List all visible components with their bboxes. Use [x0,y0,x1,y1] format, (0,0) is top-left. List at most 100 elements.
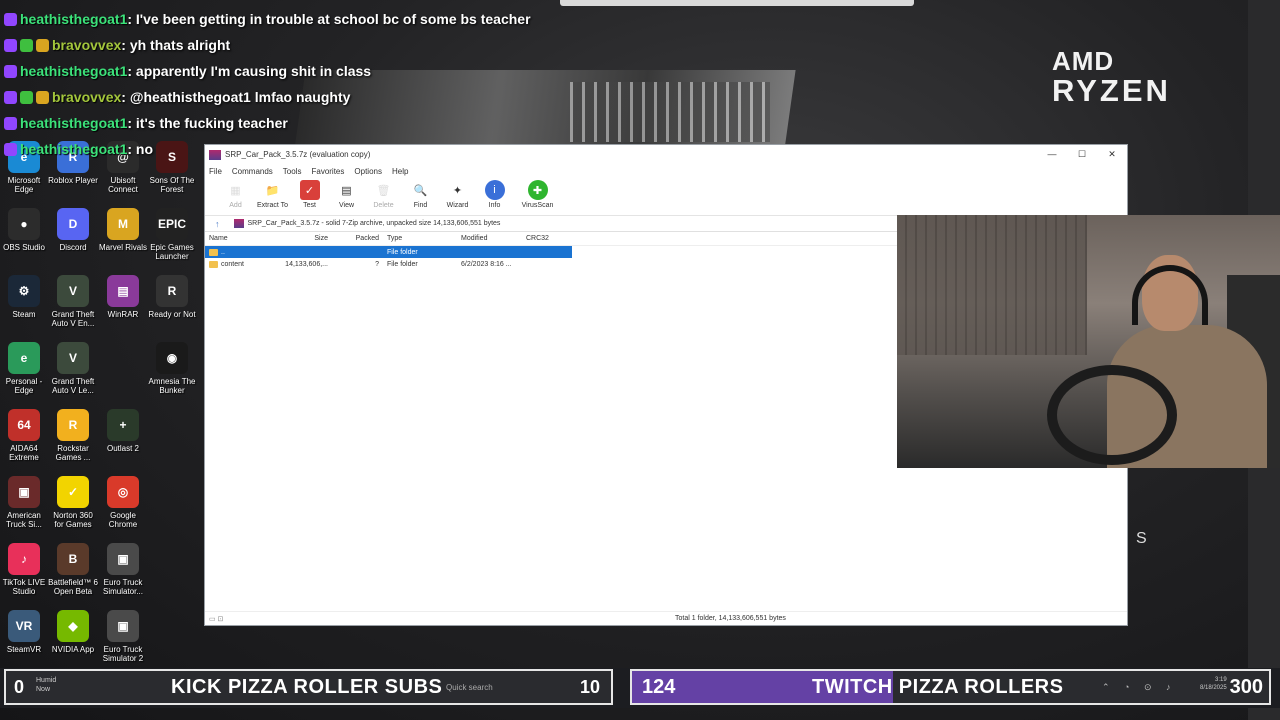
marvel-rivals-icon: M [107,208,139,240]
edge-personal-icon: e [8,342,40,374]
row-name: .. [205,248,275,256]
desktop-shortcut-label: Roblox Player [48,176,98,185]
gta-v-icon: V [57,275,89,307]
close-icon[interactable]: ✕ [1097,145,1127,164]
wizard-button[interactable]: ✦ Wizard [439,178,476,210]
taskbar-search[interactable]: Quick search [446,683,493,692]
rockstar-icon: R [57,409,89,441]
desktop-shortcut[interactable]: R Rockstar Games ... [48,409,98,462]
purple-badge-icon [4,12,17,26]
desktop-shortcut-label: Rockstar Games ... [55,444,91,462]
desktop-shortcut-label: Ubisoft Connect [108,176,138,194]
green-badge-icon [20,90,33,104]
desktop-shortcut-label: Norton 360 for Games [53,511,93,529]
system-tray-icons[interactable]: ⌃ ◔ ⊙ ♪ [1102,682,1177,693]
column-name[interactable]: Name [205,235,275,242]
desktop-shortcut[interactable]: ⚙ Steam [0,275,49,319]
virusscan-button[interactable]: ✚ VirusScan [519,178,556,209]
add-button[interactable]: ▦ Add [217,178,254,210]
window-title: SRP_Car_Pack_3.5.7z (evaluation copy) [225,150,371,159]
chat-text: : it's the fucking teacher [127,115,288,131]
steam-icon: ⚙ [8,275,40,307]
desktop-shortcut[interactable]: ▣ Euro Truck Simulator 2 [98,610,148,663]
delete-button[interactable]: 🗑 Delete [365,178,402,210]
gta-v-legacy-icon: V [57,342,89,374]
desktop-shortcut-label: Microsoft Edge [7,176,41,194]
view-button[interactable]: ▤ View [328,178,365,210]
menu-favorites[interactable]: Favorites [311,167,344,176]
obs-icon: ● [8,208,40,240]
menu-commands[interactable]: Commands [232,167,273,176]
desktop-shortcut-label: Epic Games Launcher [150,243,194,261]
chat-username[interactable]: bravovvex [52,37,121,53]
desktop-shortcut[interactable]: D Discord [48,208,98,252]
ets-icon: ▣ [107,543,139,575]
column-crc32[interactable]: CRC32 [526,235,566,242]
chat-username[interactable]: heathisthegoat1 [20,115,127,131]
find-button[interactable]: 🔍 Find [402,178,439,210]
title-bar[interactable]: SRP_Car_Pack_3.5.7z (evaluation copy) — … [205,145,1127,164]
status-bar: ▭ ⊡ Total 1 folder, 14,133,606,551 bytes [205,611,1127,625]
desktop-shortcut[interactable]: ▤ WinRAR [98,275,148,319]
desktop-shortcut-label: WinRAR [107,310,139,319]
desktop-shortcut[interactable]: ▣ Euro Truck Simulator... [98,543,148,596]
desktop-shortcut-label: American Truck Si... [6,511,42,529]
column-type[interactable]: Type [383,235,459,242]
menu-file[interactable]: File [209,167,222,176]
info-button[interactable]: i Info [476,178,513,209]
menu-tools[interactable]: Tools [283,167,302,176]
steamvr-icon: VR [8,610,40,642]
maximize-icon[interactable]: ☐ [1067,145,1097,164]
desktop-shortcut[interactable]: ● OBS Studio [0,208,49,252]
desktop-shortcut-label: Discord [59,243,87,252]
purple-badge-icon [4,64,17,78]
archive-path: SRP_Car_Pack_3.5.7z - solid 7-Zip archiv… [247,220,501,227]
chat-message: heathisthegoat1: apparently I'm causing … [4,58,604,84]
desktop-shortcut[interactable]: V Grand Theft Auto V En... [48,275,98,328]
desktop-shortcut[interactable]: ◎ Google Chrome [98,476,148,529]
chat-username[interactable]: heathisthegoat1 [20,11,127,27]
toolbar-label: View [338,202,355,209]
test-button[interactable]: ✓ Test [291,178,328,209]
ready-or-not-icon: R [156,275,188,307]
column-packed[interactable]: Packed [332,235,383,242]
desktop-shortcut[interactable]: VR SteamVR [0,610,49,654]
desktop-shortcut[interactable]: ✓ Norton 360 for Games [48,476,98,529]
clock-date: 8/18/2025 [1200,685,1227,691]
up-arrow-icon[interactable]: ↑ [215,219,220,229]
extract-to-button[interactable]: 📁 Extract To [254,178,291,210]
desktop-shortcut[interactable]: e Personal - Edge [0,342,49,395]
desktop-shortcut[interactable]: M Marvel Rivals [98,208,148,252]
desktop-shortcut[interactable]: ▣ American Truck Si... [0,476,49,529]
desktop-shortcut[interactable]: ◉ Amnesia The Bunker [147,342,197,395]
desktop-shortcut[interactable]: + Outlast 2 [98,409,148,453]
virusscan-icon: ✚ [527,180,548,200]
desktop-shortcut[interactable]: EPIC Epic Games Launcher [147,208,197,261]
desktop-shortcut[interactable]: ◆ NVIDIA App [48,610,98,654]
taskbar-clock[interactable]: 3:19 8/18/2025 [1200,676,1227,692]
desktop-shortcut[interactable]: B Battlefield™ 6 Open Beta [48,543,98,596]
toolbar-label: VirusScan [521,202,554,209]
column-size[interactable]: Size [275,235,332,242]
chat-message: bravovvex: yh thats alright [4,32,604,58]
row-type: File folder [387,260,418,268]
minimize-icon[interactable]: — [1037,145,1067,164]
desktop-shortcut[interactable]: V Grand Theft Auto V Le... [48,342,98,395]
menu-options[interactable]: Options [354,167,382,176]
desktop-shortcut[interactable]: ♪ TikTok LIVE Studio [0,543,49,596]
desktop-shortcut-label: Ready or Not [148,310,196,319]
column-modified[interactable]: Modified [459,235,526,242]
table-row[interactable]: .. File folder [205,246,572,258]
weather-widget[interactable]: Humid Now [36,676,56,694]
chat-username[interactable]: heathisthegoat1 [20,141,127,157]
norton-icon: ✓ [57,476,89,508]
toolbar-label: Extract To [257,202,288,209]
outlast-icon: + [107,409,139,441]
archive-icon [233,219,244,228]
desktop-shortcut-label: AIDA64 Extreme [9,444,39,462]
desktop-shortcut[interactable]: R Ready or Not [147,275,197,319]
menu-help[interactable]: Help [392,167,408,176]
desktop-shortcut[interactable]: 64 AIDA64 Extreme [0,409,49,462]
chat-username[interactable]: heathisthegoat1 [20,63,127,79]
chat-username[interactable]: bravovvex [52,89,121,105]
